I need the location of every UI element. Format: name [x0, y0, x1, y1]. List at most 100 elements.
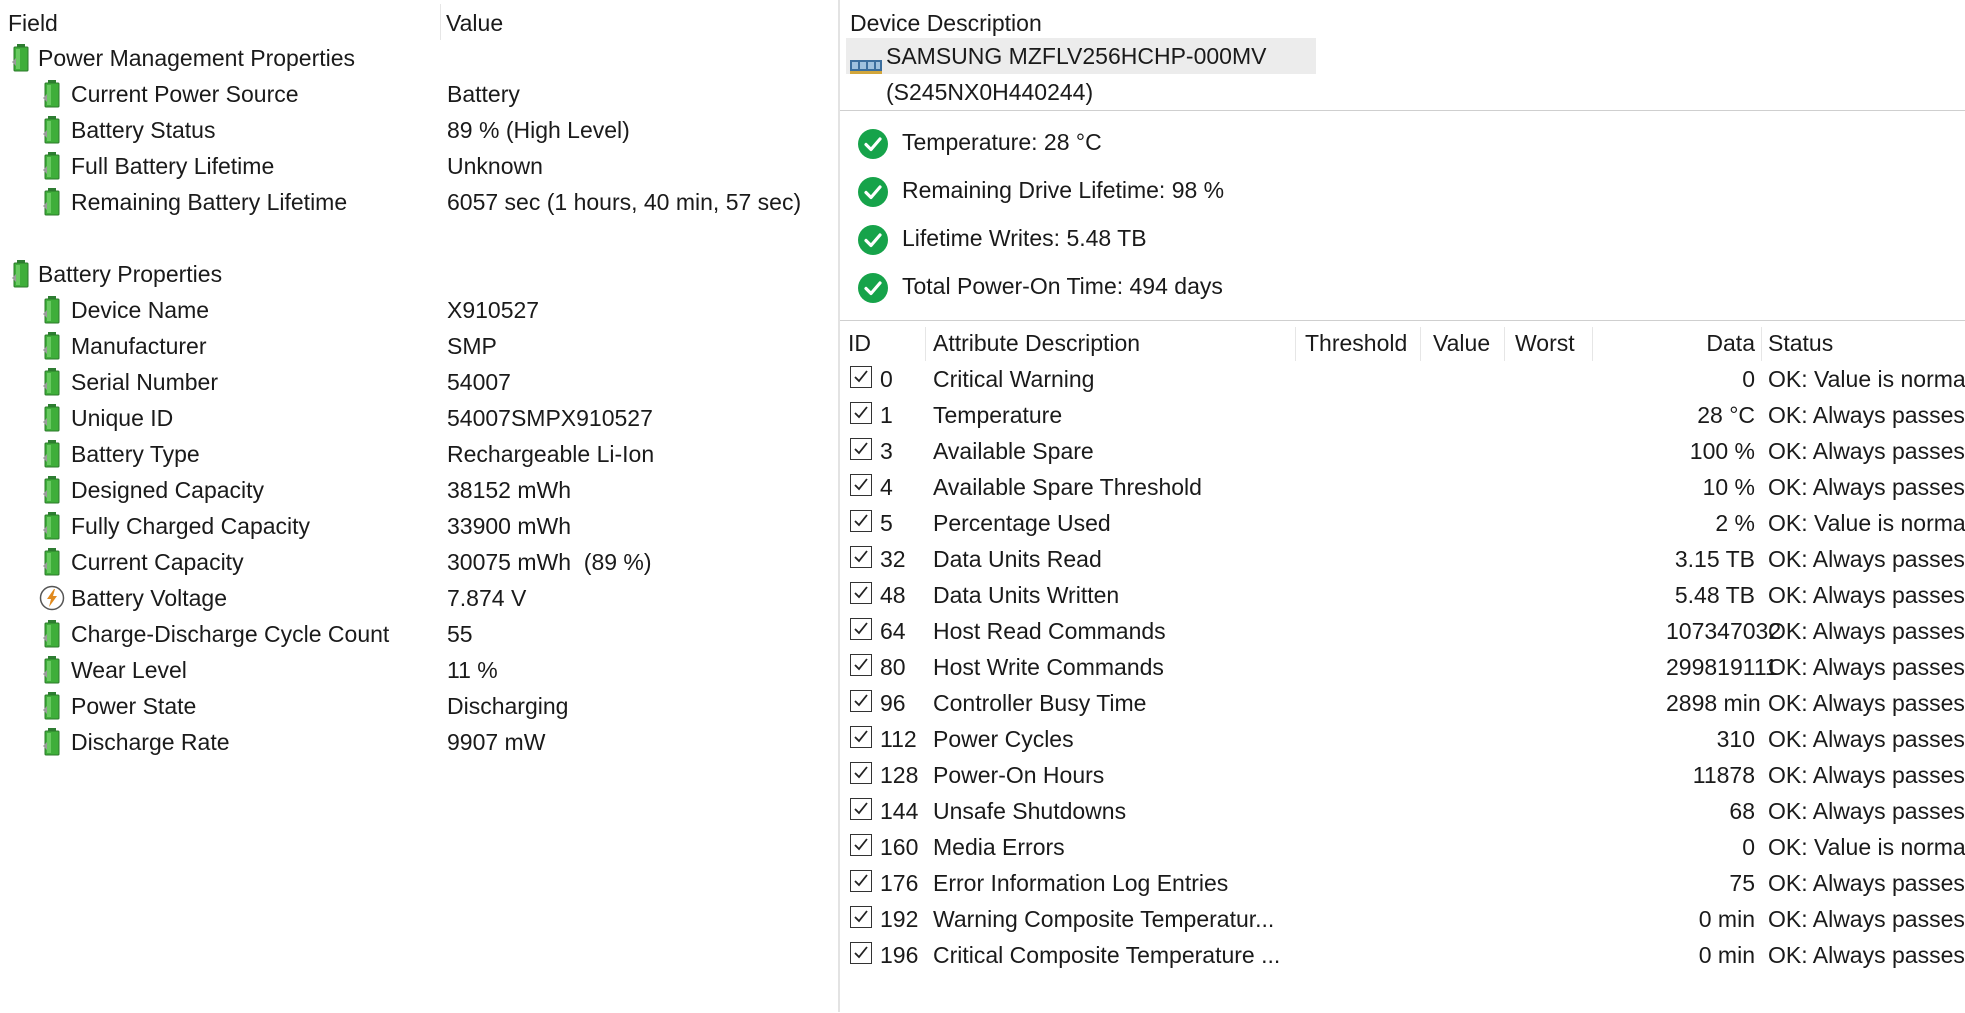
row-checkbox[interactable] — [850, 654, 872, 676]
table-row[interactable]: 48 Data Units Written 5.48 TB OK: Always pa… — [840, 577, 1965, 613]
tree-item[interactable]: Battery Status 89 % (High Level) — [0, 112, 838, 148]
row-attribute: Available Spare — [933, 438, 1094, 464]
table-row[interactable]: 144 Unsafe Shutdowns 68 OK: Always passes — [840, 793, 1965, 829]
tree-item-label: Power State — [71, 693, 197, 719]
table-row[interactable]: 1 Temperature 28 °C OK: Always passes — [840, 397, 1965, 433]
tree-item-value: 11 % — [447, 657, 498, 683]
table-row[interactable]: 64 Host Read Commands 107347032 OK: Always … — [840, 613, 1965, 649]
device-list-item[interactable]: SAMSUNG MZFLV256HCHP-000MV (S245NX0H4402… — [846, 38, 1316, 105]
column-separator[interactable] — [1420, 327, 1421, 361]
column-separator[interactable] — [1504, 327, 1505, 361]
value-column-header[interactable]: Value — [446, 6, 503, 40]
tree-item[interactable]: Manufacturer SMP — [0, 328, 838, 364]
row-status: OK: Always passes — [1768, 654, 1965, 680]
row-checkbox[interactable] — [850, 618, 872, 640]
table-row[interactable]: 0 Critical Warning 0 OK: Value is normal — [840, 361, 1965, 397]
tree-item[interactable]: Serial Number 54007 — [0, 364, 838, 400]
table-row[interactable]: 192 Warning Composite Temperatur... 0 min O… — [840, 901, 1965, 937]
row-checkbox[interactable] — [850, 582, 872, 604]
worst-column-header[interactable]: Worst — [1515, 325, 1575, 361]
tree-item-value: 6057 sec (1 hours, 40 min, 57 sec) — [447, 189, 802, 215]
tree-item-label: Wear Level — [71, 657, 187, 683]
tree-group-label: Power Management Properties — [38, 45, 356, 71]
table-row[interactable]: 4 Available Spare Threshold 10 % OK: Always… — [840, 469, 1965, 505]
data-column-header[interactable]: Data — [1666, 325, 1755, 361]
check-circle-icon — [858, 129, 888, 159]
row-status: OK: Always passes — [1768, 726, 1965, 752]
row-checkbox[interactable] — [850, 942, 872, 964]
table-row[interactable]: 3 Available Spare 100 % OK: Always passes — [840, 433, 1965, 469]
column-separator[interactable] — [1295, 327, 1296, 361]
tree-item[interactable]: Charge-Discharge Cycle Count 55 — [0, 616, 838, 652]
device-description-box: Device Description SAMSUNG MZFLV256HCHP-… — [840, 0, 1965, 111]
tree-item[interactable]: Battery Voltage 7.874 V — [0, 580, 838, 616]
row-checkbox[interactable] — [850, 510, 872, 532]
tree-item[interactable]: Remaining Battery Lifetime 6057 sec (1 ho… — [0, 184, 838, 220]
tree-item[interactable]: Full Battery Lifetime Unknown — [0, 148, 838, 184]
row-checkbox[interactable] — [850, 762, 872, 784]
tree-item[interactable]: Current Capacity 30075 mWh (89 %) — [0, 544, 838, 580]
row-checkbox[interactable] — [850, 402, 872, 424]
tree-item-value: 7.874 V — [447, 585, 527, 611]
table-row[interactable]: 5 Percentage Used 2 % OK: Value is normal — [840, 505, 1965, 541]
row-checkbox[interactable] — [850, 474, 872, 496]
tree-item[interactable]: Unique ID 54007SMPX910527 — [0, 400, 838, 436]
tree-group-header[interactable]: Battery Properties — [0, 256, 838, 292]
row-id: 160 — [880, 834, 919, 860]
tree-item[interactable]: Designed Capacity 38152 mWh — [0, 472, 838, 508]
row-data: 0 — [1742, 834, 1755, 860]
tree-item[interactable]: Current Power Source Battery — [0, 76, 838, 112]
tree-item[interactable]: Device Name X910527 — [0, 292, 838, 328]
tree-item-label: Device Name — [71, 297, 210, 323]
row-id: 32 — [880, 546, 906, 572]
battery-icon — [43, 116, 61, 144]
row-checkbox[interactable] — [850, 906, 872, 928]
table-row[interactable]: 176 Error Information Log Entries 75 OK: Al… — [840, 865, 1965, 901]
check-circle-icon — [858, 177, 888, 207]
row-data: 2898 min — [1666, 690, 1761, 716]
row-status: OK: Always passes — [1768, 690, 1965, 716]
row-checkbox[interactable] — [850, 546, 872, 568]
table-row[interactable]: 96 Controller Busy Time 2898 min OK: Always… — [840, 685, 1965, 721]
attribute-column-header[interactable]: Attribute Description — [933, 325, 1140, 361]
row-checkbox[interactable] — [850, 726, 872, 748]
row-checkbox[interactable] — [850, 690, 872, 712]
column-separator[interactable] — [440, 4, 441, 40]
table-row[interactable]: 32 Data Units Read 3.15 TB OK: Always passe… — [840, 541, 1965, 577]
column-separator[interactable] — [1761, 327, 1762, 361]
table-row[interactable]: 196 Critical Composite Temperature ... 0 m… — [840, 937, 1965, 973]
row-checkbox[interactable] — [850, 870, 872, 892]
tree-item-label: Unique ID — [71, 405, 174, 431]
table-row[interactable]: 112 Power Cycles 310 OK: Always passes — [840, 721, 1965, 757]
row-attribute: Host Read Commands — [933, 618, 1166, 644]
tree-item[interactable]: Power State Discharging — [0, 688, 838, 724]
column-separator[interactable] — [1592, 327, 1593, 361]
device-description-header[interactable]: Device Description — [850, 6, 1042, 40]
field-column-header[interactable]: Field — [8, 6, 58, 40]
id-column-header[interactable]: ID — [848, 325, 871, 361]
threshold-column-header[interactable]: Threshold — [1305, 325, 1407, 361]
tree-item-value: Rechargeable Li-Ion — [447, 441, 655, 467]
row-status: OK: Value is normal — [1768, 834, 1965, 860]
tree-item[interactable]: Fully Charged Capacity 33900 mWh — [0, 508, 838, 544]
row-attribute: Available Spare Threshold — [933, 474, 1202, 500]
row-checkbox[interactable] — [850, 438, 872, 460]
tree-item[interactable]: Battery Type Rechargeable Li-Ion — [0, 436, 838, 472]
row-checkbox[interactable] — [850, 834, 872, 856]
row-data: 11878 — [1692, 762, 1755, 788]
tree-item[interactable]: Wear Level 11 % — [0, 652, 838, 688]
table-row[interactable]: 80 Host Write Commands 299819111 OK: Always… — [840, 649, 1965, 685]
battery-icon — [43, 296, 61, 324]
table-row[interactable]: 160 Media Errors 0 OK: Value is normal — [840, 829, 1965, 865]
row-checkbox[interactable] — [850, 366, 872, 388]
table-row[interactable]: 128 Power-On Hours 11878 OK: Always passes — [840, 757, 1965, 793]
tree-item-label: Fully Charged Capacity — [71, 513, 311, 539]
tree-group-header[interactable]: Power Management Properties — [0, 40, 838, 76]
column-separator[interactable] — [925, 327, 926, 361]
tree-item-label: Discharge Rate — [71, 729, 230, 755]
status-column-header[interactable]: Status — [1768, 325, 1833, 361]
tree-item[interactable]: Discharge Rate 9907 mW — [0, 724, 838, 760]
value-column-header[interactable]: Value — [1433, 325, 1490, 361]
battery-icon — [12, 260, 30, 288]
row-checkbox[interactable] — [850, 798, 872, 820]
